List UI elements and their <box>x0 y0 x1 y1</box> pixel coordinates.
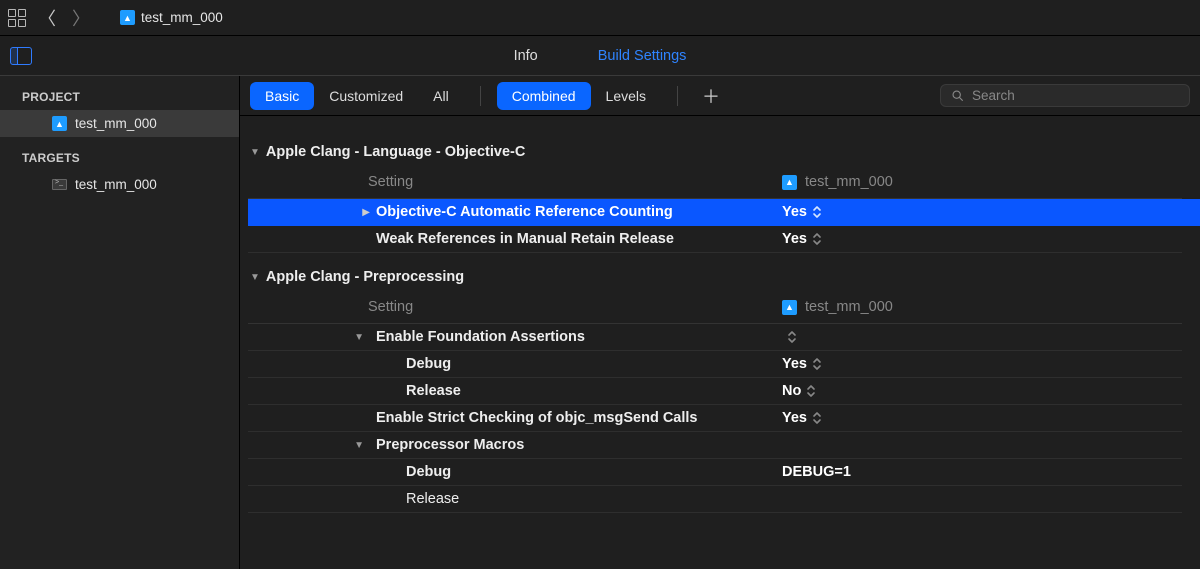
sidebar-item-project[interactable]: test_mm_000 <box>0 110 239 137</box>
build-settings-list[interactable]: ▼ Apple Clang - Language - Objective-C Set… <box>240 116 1200 569</box>
add-setting-button[interactable]: ＋ <box>694 83 728 109</box>
nav-forward-button: 〉 <box>68 5 94 31</box>
column-project-label: test_mm_000 <box>805 299 893 315</box>
navigation-bar: 〈 〉 test_mm_000 <box>0 0 1200 36</box>
build-settings-filter-bar: Basic Customized All Combined Levels ＋ <box>240 76 1200 116</box>
setting-name: Release <box>406 491 782 507</box>
target-cli-icon <box>52 179 67 190</box>
filter-basic-button[interactable]: Basic <box>250 82 314 110</box>
project-sidebar: PROJECT test_mm_000 TARGETS test_mm_000 <box>0 76 240 569</box>
setting-value[interactable]: Yes <box>782 410 1182 426</box>
scope-segmented-control: Basic Customized All <box>250 82 464 110</box>
settings-section-header[interactable]: ▼ Apple Clang - Language - Objective-C <box>248 128 1200 166</box>
view-segmented-control: Combined Levels <box>497 82 661 110</box>
divider <box>677 86 678 106</box>
nav-back-button[interactable]: 〈 <box>34 5 60 31</box>
tab-build-settings[interactable]: Build Settings <box>598 48 687 64</box>
section-title: Apple Clang - Preprocessing <box>266 269 464 285</box>
setting-value[interactable]: Yes <box>782 231 1182 247</box>
setting-value[interactable]: No <box>782 383 1182 399</box>
search-field[interactable] <box>940 84 1190 107</box>
settings-section-header[interactable]: ▼ Apple Clang - Preprocessing <box>248 253 1200 291</box>
setting-value[interactable]: Yes <box>782 204 1182 220</box>
sidebar-item-label: test_mm_000 <box>75 116 157 131</box>
settings-column-header: Setting test_mm_000 <box>248 291 1182 324</box>
tab-info[interactable]: Info <box>514 48 538 64</box>
toggle-sidebar-button[interactable] <box>0 47 42 65</box>
divider <box>480 86 481 106</box>
setting-name: Weak References in Manual Retain Release <box>376 231 782 247</box>
column-project-label: test_mm_000 <box>805 174 893 190</box>
breadcrumb[interactable]: test_mm_000 <box>120 10 223 25</box>
setting-value[interactable]: DEBUG=1 <box>782 464 1182 480</box>
setting-row[interactable]: Weak References in Manual Retain Release… <box>248 226 1182 253</box>
setting-name: Debug <box>406 464 782 480</box>
sidebar-section-targets: TARGETS <box>0 145 239 171</box>
setting-name: Enable Strict Checking of objc_msgSend C… <box>376 410 782 426</box>
setting-row[interactable]: ReleaseNo <box>248 378 1182 405</box>
filter-all-button[interactable]: All <box>418 82 464 110</box>
setting-name: Objective-C Automatic Reference Counting <box>376 204 782 220</box>
sidebar-item-target[interactable]: test_mm_000 <box>0 171 239 198</box>
setting-row[interactable]: ▶ Objective-C Automatic Reference Countin… <box>248 199 1200 226</box>
disclosure-triangle-icon[interactable]: ▼ <box>354 332 364 343</box>
column-setting-label: Setting <box>368 174 782 190</box>
setting-name: Debug <box>406 356 782 372</box>
filter-combined-button[interactable]: Combined <box>497 82 591 110</box>
search-input[interactable] <box>972 88 1179 103</box>
sidebar-section-project: PROJECT <box>0 84 239 110</box>
setting-row[interactable]: DebugDEBUG=1 <box>248 459 1182 486</box>
disclosure-triangle-icon: ▼ <box>250 147 260 158</box>
setting-row[interactable]: ▼ Enable Foundation Assertions <box>248 324 1182 351</box>
project-file-icon <box>120 10 135 25</box>
filter-customized-button[interactable]: Customized <box>314 82 418 110</box>
setting-row[interactable]: Enable Strict Checking of objc_msgSend C… <box>248 405 1182 432</box>
disclosure-triangle-icon: ▼ <box>250 272 260 283</box>
project-file-icon <box>782 175 797 190</box>
setting-row[interactable]: Release <box>248 486 1182 513</box>
column-setting-label: Setting <box>368 299 782 315</box>
setting-value[interactable] <box>782 330 1182 344</box>
settings-column-header: Setting test_mm_000 <box>248 166 1182 199</box>
disclosure-triangle-icon[interactable]: ▼ <box>354 440 364 451</box>
disclosure-triangle-icon[interactable]: ▶ <box>362 207 370 218</box>
setting-name: Preprocessor Macros <box>376 437 782 453</box>
project-file-icon <box>52 116 67 131</box>
sidebar-item-label: test_mm_000 <box>75 177 157 192</box>
setting-row[interactable]: DebugYes <box>248 351 1182 378</box>
search-icon <box>951 89 964 102</box>
filter-levels-button[interactable]: Levels <box>591 82 661 110</box>
setting-name: Release <box>406 383 782 399</box>
setting-value[interactable]: Yes <box>782 356 1182 372</box>
section-title: Apple Clang - Language - Objective-C <box>266 144 525 160</box>
setting-name: Enable Foundation Assertions <box>376 329 782 345</box>
window-layout-icon[interactable] <box>8 9 26 27</box>
breadcrumb-label: test_mm_000 <box>141 10 223 25</box>
editor-tab-bar: Info Build Settings <box>0 36 1200 76</box>
project-file-icon <box>782 300 797 315</box>
setting-row[interactable]: ▼ Preprocessor Macros <box>248 432 1182 459</box>
